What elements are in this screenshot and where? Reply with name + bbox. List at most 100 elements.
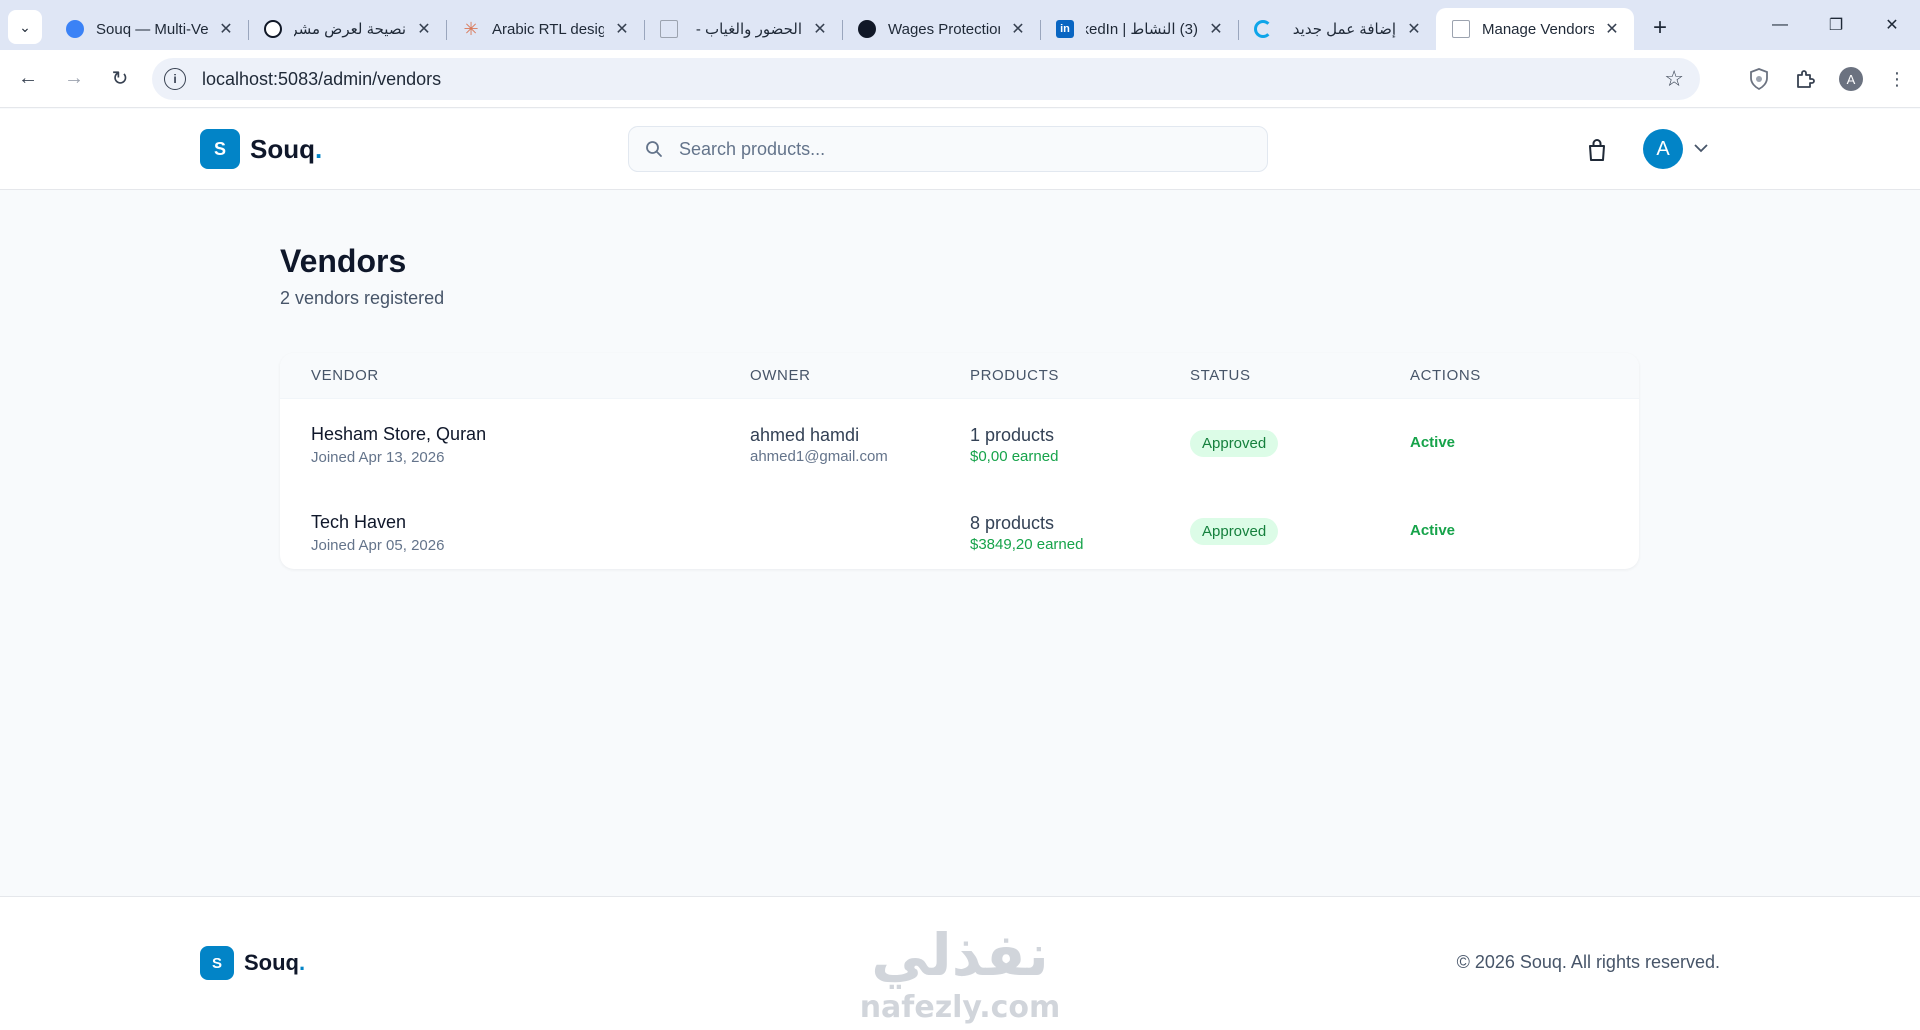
- browser-tabstrip: ⌄ Souq — Multi-Vendor ✕ نصيحة لعرض مشروع…: [0, 0, 1920, 50]
- main-content: Vendors 2 vendors registered Vendor Owne…: [0, 191, 1920, 896]
- tab-title: Souq — Multi-Vendor: [96, 20, 208, 38]
- page-subtitle: 2 vendors registered: [280, 288, 445, 308]
- url-text[interactable]: localhost:5083/admin/vendors: [202, 69, 441, 90]
- browser-toolbar: ← → ↻ i localhost:5083/admin/vendors ☆ A…: [0, 50, 1920, 108]
- brand-dot: .: [299, 950, 306, 975]
- vendor-joined-date: Joined Apr 05, 2026: [311, 537, 445, 554]
- close-icon[interactable]: ✕: [1602, 19, 1622, 39]
- shield-icon[interactable]: [1736, 50, 1782, 108]
- bookmark-star-icon[interactable]: ☆: [1664, 66, 1684, 92]
- footer-brand-logo[interactable]: S Souq.: [200, 946, 305, 980]
- browser-tab[interactable]: الحضور والغياب - ✕: [644, 8, 842, 50]
- vendor-cell: Tech Haven Joined Apr 05, 2026: [311, 512, 444, 554]
- products-cell: 8 products $3849,20 earned: [970, 513, 1083, 553]
- active-toggle-button[interactable]: Active: [1410, 434, 1455, 451]
- forward-icon[interactable]: →: [56, 61, 92, 97]
- extensions-icon[interactable]: [1782, 50, 1828, 108]
- close-icon[interactable]: ✕: [1206, 19, 1226, 39]
- back-icon[interactable]: ←: [10, 61, 46, 97]
- tab-title: Wages Protection: [888, 20, 1000, 38]
- actions-cell: Active: [1410, 522, 1455, 540]
- earnings: $3849,20 earned: [970, 536, 1084, 553]
- tab-favicon-icon: [1254, 20, 1272, 38]
- brand-dot: .: [315, 133, 323, 164]
- brand-name: Souq.: [244, 950, 305, 976]
- tab-search-button[interactable]: ⌄: [8, 10, 42, 44]
- search-icon: [646, 141, 662, 157]
- close-icon[interactable]: ✕: [216, 19, 236, 39]
- profile-button[interactable]: A: [1828, 50, 1874, 108]
- copyright-text: © 2026 Souq. All rights reserved.: [1456, 952, 1720, 972]
- brand-name-text: Souq: [244, 950, 299, 975]
- browser-tab[interactable]: نصيحة لعرض مشروع ✕: [248, 8, 446, 50]
- brand-mark: S: [200, 946, 234, 980]
- shopping-bag-icon[interactable]: [1582, 135, 1612, 165]
- tab-title: إضافة عمل جديد: [1292, 21, 1396, 38]
- close-icon[interactable]: ✕: [1404, 19, 1424, 39]
- close-icon[interactable]: ✕: [414, 19, 434, 39]
- tab-favicon-icon: ✳: [463, 18, 479, 39]
- product-count: 8 products: [970, 513, 1055, 533]
- new-tab-button[interactable]: +: [1642, 10, 1678, 46]
- window-controls: — ❐ ✕: [1752, 0, 1920, 50]
- column-header-owner: Owner: [750, 367, 811, 384]
- browser-tab[interactable]: ✳ Arabic RTL design ✕: [446, 8, 644, 50]
- close-window-icon[interactable]: ✕: [1864, 0, 1920, 50]
- watermark-arabic: نفذلي: [871, 921, 1048, 989]
- table-header: Vendor Owner Products Status Actions: [280, 353, 1639, 399]
- brand-name-text: Souq: [250, 133, 315, 164]
- profile-avatar: A: [1839, 67, 1863, 91]
- minimize-icon[interactable]: —: [1752, 0, 1808, 50]
- tab-title: Arabic RTL design: [492, 20, 604, 38]
- column-header-actions: Actions: [1410, 367, 1481, 384]
- browser-tab[interactable]: إضافة عمل جديد ✕: [1238, 8, 1436, 50]
- search-input[interactable]: [679, 138, 1239, 160]
- column-header-status: Status: [1190, 367, 1251, 384]
- earnings: $0,00 earned: [970, 448, 1059, 465]
- close-icon[interactable]: ✕: [810, 19, 830, 39]
- browser-tab[interactable]: Wages Protection ✕: [842, 8, 1040, 50]
- active-toggle-button[interactable]: Active: [1410, 522, 1455, 539]
- reload-icon[interactable]: ↻: [102, 61, 138, 97]
- chevron-down-icon[interactable]: [1692, 139, 1710, 157]
- site-info-icon[interactable]: i: [164, 68, 186, 90]
- owner-email: ahmed1@gmail.com: [750, 448, 888, 465]
- status-badge: Approved: [1190, 518, 1279, 545]
- site-footer: S Souq. نفذلي nafezly.com © 2026 Souq. A…: [0, 896, 1920, 1030]
- page-title: Vendors: [280, 243, 407, 279]
- product-count: 1 products: [970, 425, 1055, 445]
- search-bar: [628, 126, 1268, 172]
- vendor-name: Tech Haven: [311, 512, 407, 532]
- browser-tab[interactable]: in (3) النشاط | LinkedIn ✕: [1040, 8, 1238, 50]
- restore-icon[interactable]: ❐: [1808, 0, 1864, 50]
- kebab-menu-icon[interactable]: ⋮: [1874, 50, 1920, 108]
- close-icon[interactable]: ✕: [1008, 19, 1028, 39]
- table-row: Tech Haven Joined Apr 05, 2026 8 product…: [280, 487, 1639, 569]
- tab-favicon-icon: [66, 20, 84, 38]
- toolbar-actions: A ⋮: [1736, 50, 1920, 108]
- address-bar[interactable]: i localhost:5083/admin/vendors ☆: [152, 58, 1700, 100]
- column-header-products: Products: [970, 367, 1059, 384]
- owner-cell: ahmed hamdi ahmed1@gmail.com: [750, 425, 888, 465]
- tab-favicon-icon: [660, 20, 678, 38]
- close-icon[interactable]: ✕: [612, 19, 632, 39]
- browser-tab-active[interactable]: Manage Vendors ✕: [1436, 8, 1634, 50]
- vendor-joined-date: Joined Apr 13, 2026: [311, 449, 445, 466]
- brand-name: Souq.: [250, 134, 322, 165]
- products-cell: 1 products $0,00 earned: [970, 425, 1058, 465]
- tab-title: Manage Vendors: [1482, 20, 1594, 38]
- tab-list: Souq — Multi-Vendor ✕ نصيحة لعرض مشروع ✕…: [50, 0, 1634, 50]
- browser-tab[interactable]: Souq — Multi-Vendor ✕: [50, 8, 248, 50]
- watermark-latin: nafezly.com: [860, 990, 1061, 1025]
- actions-cell: Active: [1410, 434, 1455, 452]
- tab-title: الحضور والغياب -: [695, 21, 802, 38]
- vendor-cell: Hesham Store, Quran Joined Apr 13, 2026: [311, 424, 486, 466]
- tab-favicon-icon: [858, 20, 876, 38]
- user-avatar[interactable]: A: [1643, 129, 1683, 169]
- tab-favicon-icon: in: [1056, 20, 1074, 38]
- site-header: S Souq. A: [0, 109, 1920, 190]
- status-badge: Approved: [1190, 430, 1279, 457]
- status-cell: Approved: [1190, 518, 1279, 545]
- brand-mark: S: [200, 129, 240, 169]
- brand-logo[interactable]: S Souq.: [200, 129, 322, 169]
